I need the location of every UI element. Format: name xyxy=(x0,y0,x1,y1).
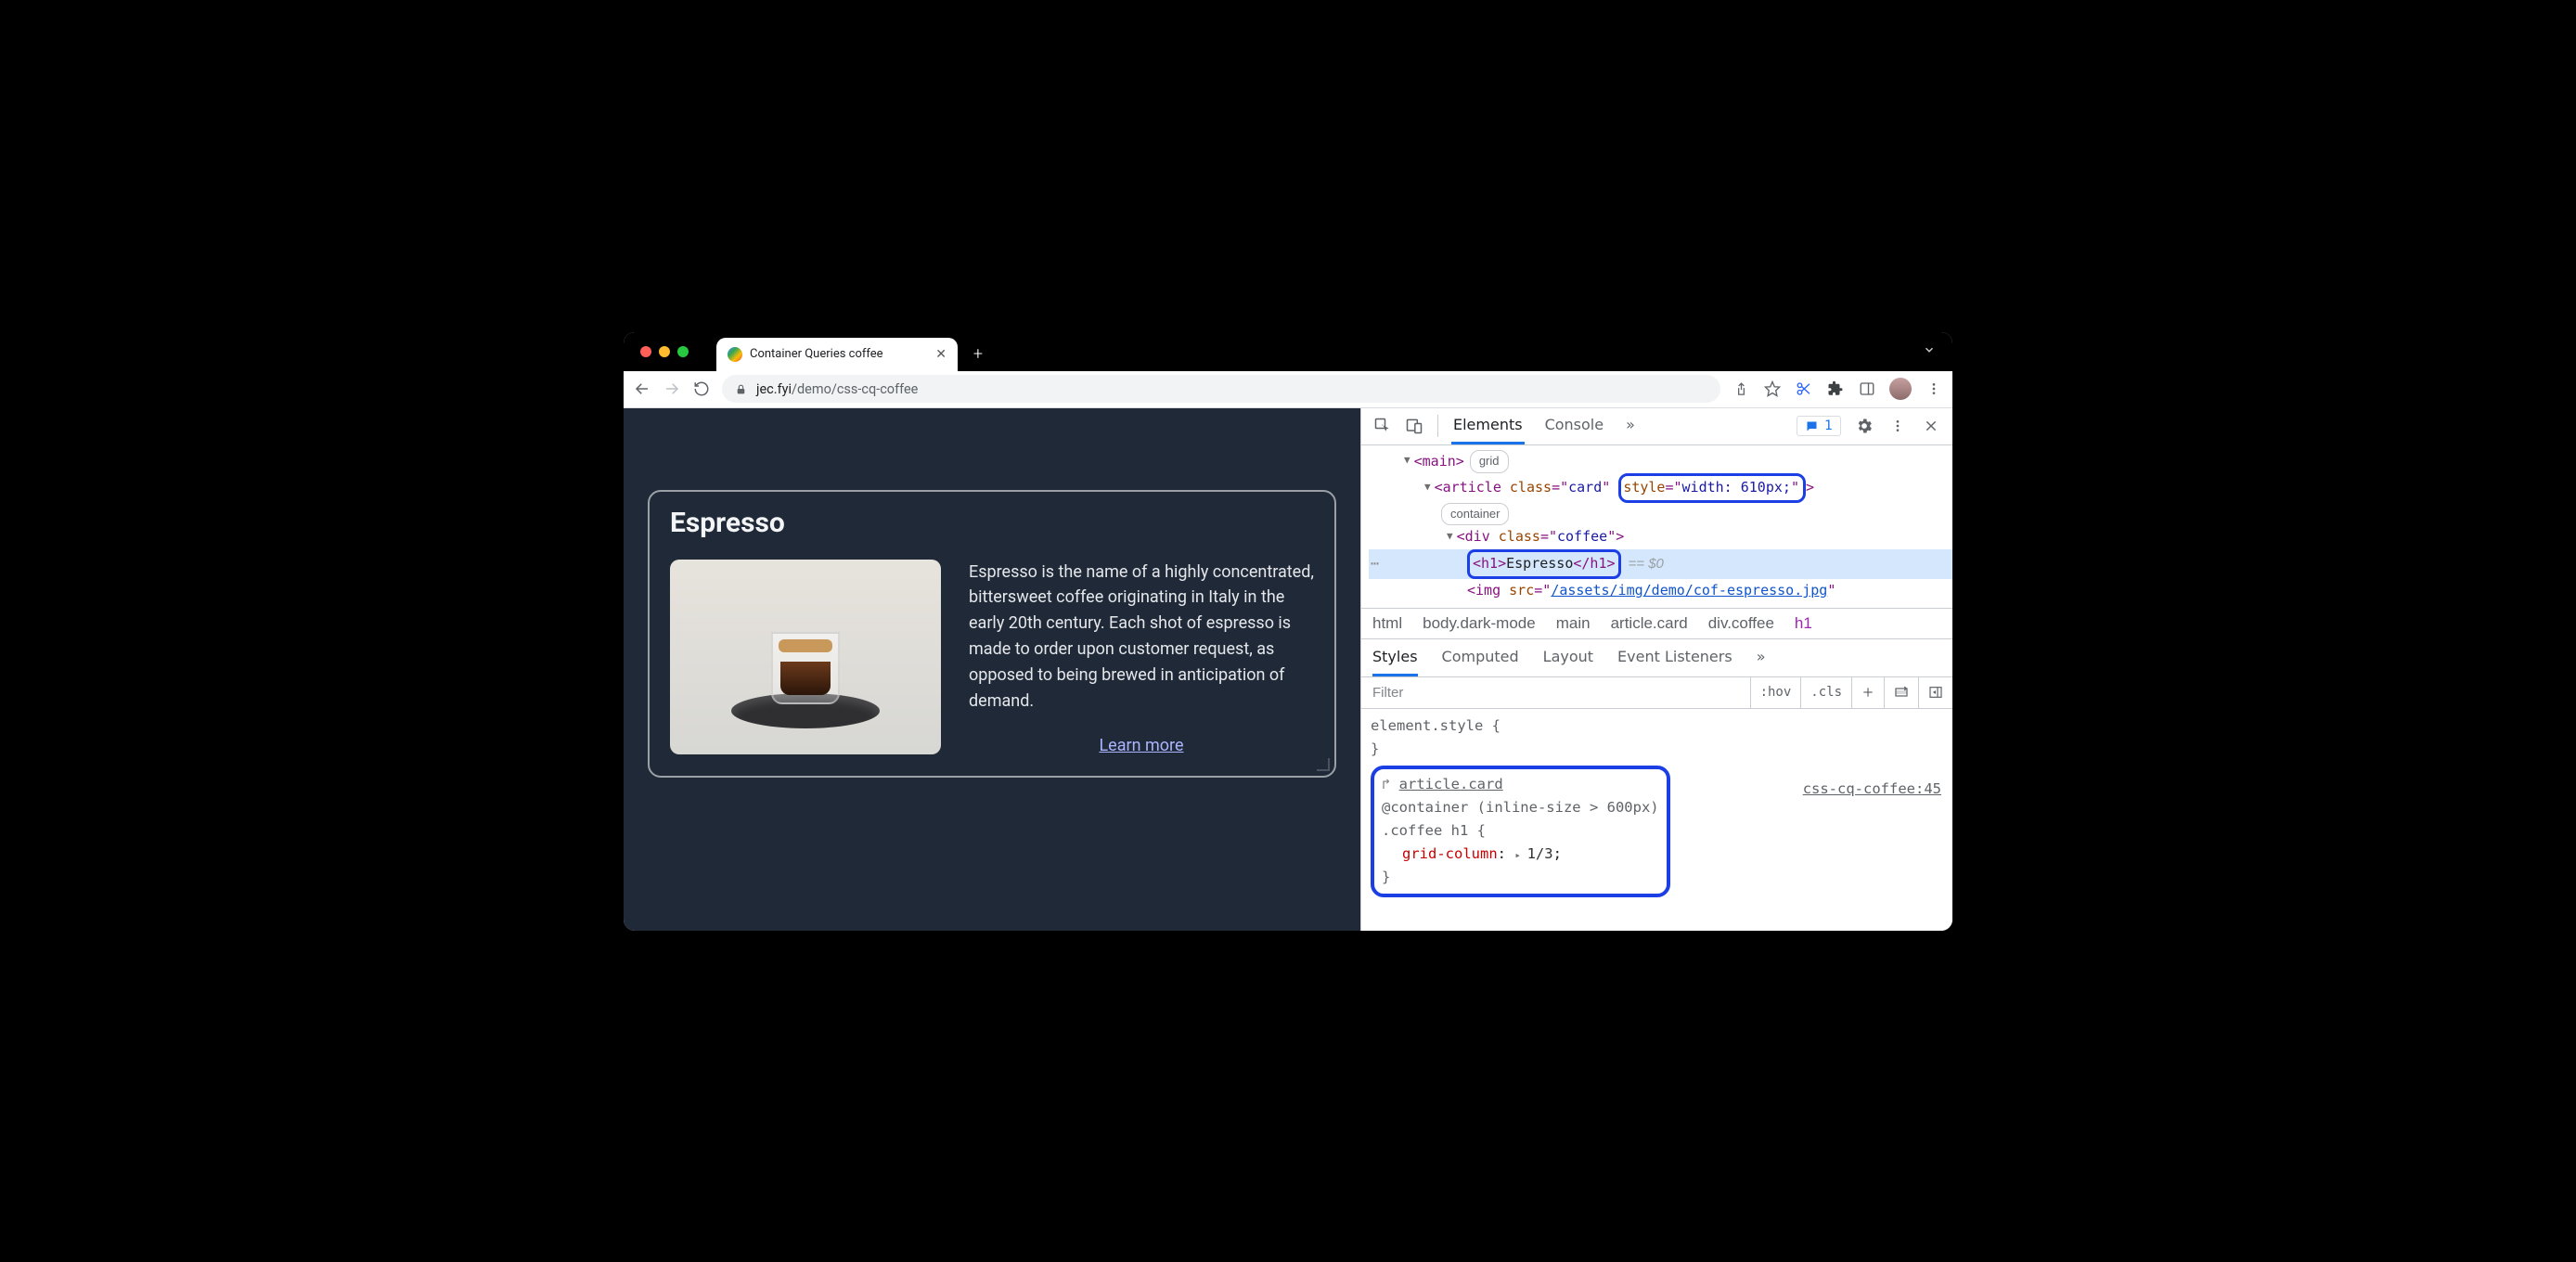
toolbar-right xyxy=(1732,378,1943,400)
devtools-tabs: Elements Console » xyxy=(1451,408,1637,444)
dom-node-div[interactable]: ▼<div class="coffee"> xyxy=(1369,525,1952,549)
coffee-image xyxy=(670,560,941,754)
devtools-close-icon[interactable] xyxy=(1921,416,1941,436)
inspect-element-icon[interactable] xyxy=(1372,416,1393,436)
back-button[interactable] xyxy=(633,380,651,398)
dom-tree[interactable]: ▼<main> grid ▼<article class="card" styl… xyxy=(1361,445,1952,609)
scissors-icon[interactable] xyxy=(1795,380,1813,398)
card-text: Espresso is the name of a highly concent… xyxy=(969,560,1314,759)
tab-styles[interactable]: Styles xyxy=(1372,639,1418,676)
devtools-settings-icon[interactable] xyxy=(1854,416,1874,436)
window-zoom-icon[interactable] xyxy=(677,346,689,357)
styles-tabs: Styles Computed Layout Event Listeners » xyxy=(1361,639,1952,677)
url-text: jec.fyi/demo/css-cq-coffee xyxy=(756,381,918,397)
card-title: Espresso xyxy=(670,507,1314,539)
new-tab-button[interactable]: + xyxy=(965,341,991,367)
styles-hov-button[interactable]: :hov xyxy=(1750,677,1801,708)
crumb-h1[interactable]: h1 xyxy=(1795,614,1812,633)
forward-button[interactable] xyxy=(663,380,681,398)
crumb-div[interactable]: div.coffee xyxy=(1708,614,1774,633)
styles-flexbox-icon[interactable] xyxy=(1884,677,1918,708)
devtools-menu-icon[interactable] xyxy=(1887,416,1908,436)
browser-menu-icon[interactable] xyxy=(1925,380,1943,398)
bookmark-star-icon[interactable] xyxy=(1763,380,1782,398)
tabs-overflow-icon[interactable]: » xyxy=(1624,408,1637,444)
styles-filter-input[interactable]: Filter xyxy=(1361,685,1750,701)
tab-strip: Container Queries coffee ✕ + xyxy=(624,332,1952,371)
dom-node-h1[interactable]: ⋯ <h1>Espresso</h1> == $0 xyxy=(1369,549,1952,579)
learn-more-link[interactable]: Learn more xyxy=(969,733,1314,759)
devtools-panel: Elements Console » 1 xyxy=(1360,408,1952,931)
dom-badge-container[interactable]: container xyxy=(1369,503,1952,525)
devtools-topbar: Elements Console » 1 xyxy=(1361,408,1952,445)
rendered-page: Espresso Espresso is the name of a highl… xyxy=(624,408,1360,931)
crumb-article[interactable]: article.card xyxy=(1611,614,1688,633)
highlight-style-attr: style="width: 610px;" xyxy=(1618,473,1806,503)
card-body: Espresso is the name of a highly concent… xyxy=(670,560,1314,759)
tab-elements[interactable]: Elements xyxy=(1451,408,1525,444)
profile-avatar[interactable] xyxy=(1889,378,1912,400)
lock-icon xyxy=(735,383,747,395)
styles-controls: Filter :hov .cls xyxy=(1361,677,1952,709)
dom-node-main[interactable]: ▼<main> grid xyxy=(1369,450,1952,474)
styles-body[interactable]: element.style { } css-cq-coffee:45 ↱ art… xyxy=(1361,709,1952,908)
address-bar[interactable]: jec.fyi/demo/css-cq-coffee xyxy=(722,375,1720,403)
tab-title: Container Queries coffee xyxy=(750,347,928,361)
window-close-icon[interactable] xyxy=(640,346,651,357)
window-chevron-icon[interactable] xyxy=(1923,343,1936,356)
styles-cls-button[interactable]: .cls xyxy=(1800,677,1851,708)
highlight-container-rule: ↱ article.card @container (inline-size >… xyxy=(1371,766,1670,897)
crumb-body[interactable]: body.dark-mode xyxy=(1423,614,1536,633)
dom-node-article[interactable]: ▼<article class="card" style="width: 610… xyxy=(1369,473,1952,503)
side-panel-icon[interactable] xyxy=(1858,380,1876,398)
content-area: Espresso Espresso is the name of a highl… xyxy=(624,408,1952,931)
traffic-lights xyxy=(640,346,689,357)
dom-breadcrumb[interactable]: html body.dark-mode main article.card di… xyxy=(1361,609,1952,639)
tab-layout[interactable]: Layout xyxy=(1543,639,1593,676)
extensions-icon[interactable] xyxy=(1826,380,1845,398)
tab-console[interactable]: Console xyxy=(1543,408,1606,444)
tab-computed[interactable]: Computed xyxy=(1442,639,1519,676)
highlight-h1: <h1>Espresso</h1> xyxy=(1467,549,1621,579)
browser-window: Container Queries coffee ✕ + jec.fyi/dem… xyxy=(624,332,1952,931)
styles-new-rule-icon[interactable] xyxy=(1851,677,1884,708)
element-style-rule[interactable]: element.style { } xyxy=(1371,715,1943,761)
styles-sidebar-toggle-icon[interactable] xyxy=(1918,677,1952,708)
share-icon[interactable] xyxy=(1732,380,1750,398)
browser-tab[interactable]: Container Queries coffee ✕ xyxy=(716,338,958,371)
device-toggle-icon[interactable] xyxy=(1404,416,1424,436)
reload-button[interactable] xyxy=(692,380,711,398)
styles-tabs-overflow-icon[interactable]: » xyxy=(1757,639,1766,676)
crumb-main[interactable]: main xyxy=(1556,614,1591,633)
window-minimize-icon[interactable] xyxy=(659,346,670,357)
container-query-link[interactable]: article.card xyxy=(1399,776,1503,792)
dom-node-img[interactable]: <img src="/assets/img/demo/cof-espresso.… xyxy=(1369,579,1952,603)
browser-toolbar: jec.fyi/demo/css-cq-coffee xyxy=(624,371,1952,408)
coffee-card: Espresso Espresso is the name of a highl… xyxy=(648,490,1336,778)
tab-close-icon[interactable]: ✕ xyxy=(935,347,947,362)
crumb-html[interactable]: html xyxy=(1372,614,1402,633)
tab-event-listeners[interactable]: Event Listeners xyxy=(1617,639,1732,676)
rule-source-link[interactable]: css-cq-coffee:45 xyxy=(1803,778,1941,801)
favicon-icon xyxy=(728,347,742,362)
issues-badge[interactable]: 1 xyxy=(1797,416,1841,436)
